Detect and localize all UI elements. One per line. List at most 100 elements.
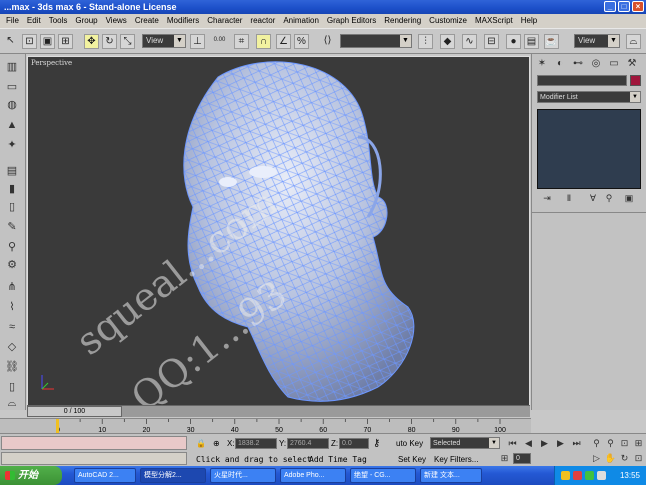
plane-icon[interactable]: ▤ [5,164,19,178]
magnet-icon[interactable]: ∩ [256,34,271,49]
display-tab-icon[interactable]: ▭ [607,57,621,71]
set-key-button[interactable]: Set Key [398,454,426,465]
cylinder-icon[interactable]: ▮ [5,182,19,196]
menu-edit[interactable]: Edit [23,14,45,28]
star-icon[interactable]: ✦ [5,138,19,152]
layer-icon[interactable]: ◆ [440,34,455,49]
cone-icon[interactable]: ▲ [5,118,19,132]
pivot-icon[interactable]: ⊥ [190,34,205,49]
speaker-icon[interactable] [597,471,606,480]
task-cg-forum[interactable]: 绝望 - CG... [350,468,416,483]
curve-editor-icon[interactable]: ∿ [462,34,477,49]
menu-file[interactable]: File [2,14,23,28]
key-filters-button[interactable]: Key Filters... [434,454,478,465]
task-photoshop[interactable]: Adobe Pho... [280,468,346,483]
y-coordinate-field[interactable]: 2760.4 [287,438,329,449]
align-icon[interactable]: ⫶ [418,34,433,49]
absolute-mode-icon[interactable]: ⊕ [213,438,220,449]
time-slider[interactable]: 0 / 100 [27,406,122,417]
zoom-icon[interactable]: ⚲ [590,438,603,449]
show-end-result-icon[interactable]: Ⅱ [562,191,576,205]
tube-icon[interactable]: ▯ [5,200,19,214]
maximize-button[interactable]: □ [618,1,630,12]
go-to-end-icon[interactable]: ⏭ [570,438,583,449]
menu-tools[interactable]: Tools [45,14,72,28]
magnifier-icon[interactable]: ⚲ [5,240,19,254]
add-time-tag-button[interactable]: Add Time Tag [309,454,367,465]
time-slider-track[interactable]: 0 / 100 [27,405,530,417]
track-bar[interactable]: 0102030405060708090100 [0,418,531,434]
sphere-icon[interactable]: ◍ [5,98,19,112]
start-button[interactable]: 开始 [0,466,62,485]
box-icon[interactable]: ▭ [5,80,19,94]
scale-icon[interactable]: ⤡ [120,34,135,49]
motion-tab-icon[interactable]: ◎ [589,57,603,71]
z-coordinate-field[interactable]: 0.0 [339,438,369,449]
tray-icon-2[interactable] [573,471,582,480]
task-model-breakdown[interactable]: 模型分解2... [140,468,206,483]
material-editor-icon[interactable]: ● [506,34,521,49]
menu-reactor[interactable]: reactor [246,14,279,28]
maxscript-listener-field[interactable] [1,436,187,450]
menu-maxscript[interactable]: MAXScript [471,14,517,28]
window-crossing-icon[interactable]: ⊞ [58,34,73,49]
utilities-tab-icon[interactable]: ⚒ [625,57,639,71]
task-new-text[interactable]: 新建 文本... [420,468,482,483]
render-type-dropdown[interactable]: View ▼ [574,34,620,48]
create-tab-icon[interactable]: ✶ [535,57,549,71]
menu-group[interactable]: Group [71,14,101,28]
lock-selection-icon[interactable]: 🔒 [196,438,206,449]
mirror-icon[interactable]: ⟨⟩ [320,34,335,49]
task-hxsd[interactable]: 火星时代... [210,468,276,483]
modifier-stack[interactable] [537,109,641,189]
schematic-view-icon[interactable]: ⊟ [484,34,499,49]
zoom-all-icon[interactable]: ⚲ [604,438,617,449]
current-frame-marker[interactable] [56,419,59,434]
pan-icon[interactable]: ✋ [604,453,617,464]
zoom-extents-icon[interactable]: ⊡ [618,438,631,449]
remove-modifier-icon[interactable]: ⚲ [602,191,616,205]
tray-icon-3[interactable] [585,471,594,480]
angle-snap-icon[interactable]: ∠ [276,34,291,49]
auto-key-button[interactable]: uto Key [396,438,423,449]
select-region-icon[interactable]: ▣ [40,34,55,49]
pencil-icon[interactable]: ✎ [5,220,19,234]
quick-render-icon[interactable]: ☕ [544,34,559,49]
go-to-start-icon[interactable]: ⏮ [506,438,519,449]
rotate-icon[interactable]: ↻ [102,34,117,49]
named-selection-dropdown[interactable]: ▼ [340,34,412,48]
brush-icon[interactable]: ⌇ [5,300,19,314]
spinner-snap-icon[interactable]: 0.00 [212,34,227,49]
snap-icon[interactable]: ⌗ [234,34,249,49]
menu-character[interactable]: Character [203,14,246,28]
menu-modifiers[interactable]: Modifiers [163,14,203,28]
make-unique-icon[interactable]: ∀ [586,191,600,205]
field-of-view-icon[interactable]: ▷ [590,453,603,464]
previous-frame-icon[interactable]: ◀ [522,438,535,449]
menu-create[interactable]: Create [131,14,163,28]
bottle-icon[interactable]: ▯ [5,380,19,394]
perspective-viewport[interactable]: Perspective squeal...com QQ:1...93 [27,56,530,406]
zoom-extents-all-icon[interactable]: ⊞ [632,438,645,449]
key-mode-icon[interactable]: ⚷ [373,438,380,449]
object-name-field[interactable] [537,75,627,86]
arc-rotate-icon[interactable]: ↻ [618,453,631,464]
move-icon[interactable]: ✥ [84,34,99,49]
menu-views[interactable]: Views [102,14,131,28]
teapot-icon[interactable]: ⌓ [5,396,19,410]
object-color-swatch[interactable] [630,75,641,86]
shape-icon[interactable]: ◇ [5,340,19,354]
menu-rendering[interactable]: Rendering [380,14,425,28]
gear-icon[interactable]: ⚙ [5,258,19,272]
x-coordinate-field[interactable]: 1838.2 [235,438,277,449]
wave-icon[interactable]: ≈ [5,320,19,334]
selection-set-dropdown[interactable]: Selected ▼ [430,437,500,449]
render-scene-icon[interactable]: ▤ [524,34,539,49]
modify-tab-icon[interactable]: ◐ [553,57,567,71]
menu-customize[interactable]: Customize [425,14,471,28]
cube-icon[interactable]: ▥ [5,60,19,74]
modifier-list-dropdown[interactable]: Modifier List ▼ [537,91,641,103]
menu-graph-editors[interactable]: Graph Editors [323,14,380,28]
maximize-viewport-icon[interactable]: ⊡ [632,453,645,464]
select-by-name-icon[interactable]: ⊡ [22,34,37,49]
